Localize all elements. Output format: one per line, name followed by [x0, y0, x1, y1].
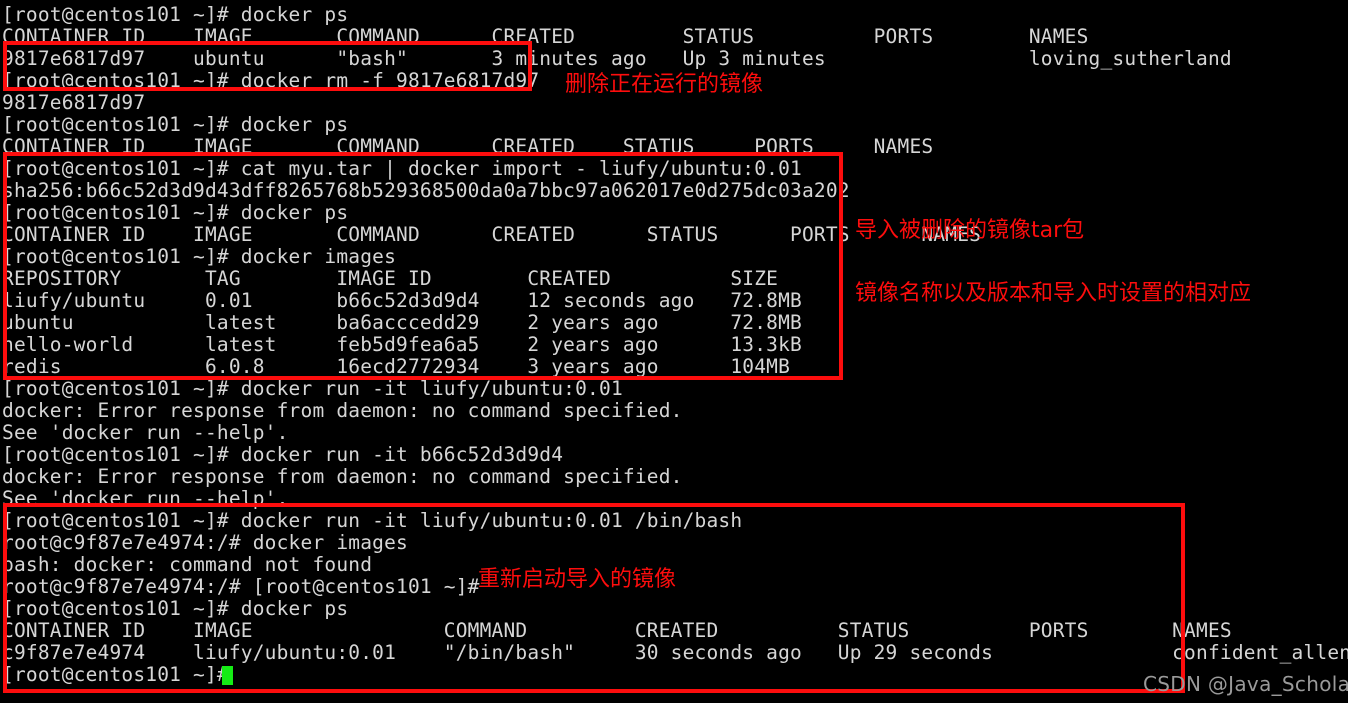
terminal-output[interactable]: [root@centos101 ~]# docker ps CONTAINER I… [0, 0, 1348, 703]
terminal-line: 9817e6817d97 [2, 91, 146, 114]
terminal-line: root@c9f87e7e4974:/# docker images [2, 531, 408, 554]
terminal-line: CONTAINER ID IMAGE COMMAND CREATED STATU… [2, 619, 1232, 642]
terminal-line: [root@centos101 ~]# docker run -it liufy… [2, 509, 743, 532]
terminal-line: root@c9f87e7e4974:/# [root@centos101 ~]# [2, 575, 480, 598]
terminal-line: [root@centos101 ~]# docker ps [2, 3, 349, 26]
terminal-line: bash: docker: command not found [2, 553, 373, 576]
terminal-cursor [222, 666, 233, 685]
terminal-line: [root@centos101 ~]# [2, 663, 229, 686]
terminal-line: [root@centos101 ~]# cat myu.tar | docker… [2, 157, 802, 180]
terminal-line: c9f87e7e4974 liufy/ubuntu:0.01 "/bin/bas… [2, 641, 1348, 664]
terminal-line: CONTAINER ID IMAGE COMMAND CREATED STATU… [2, 223, 982, 246]
note-name-version-match: 镜像名称以及版本和导入时设置的相对应 [855, 281, 1252, 306]
terminal-line: See 'docker run --help'. [2, 487, 289, 510]
terminal-line: docker: Error response from daemon: no c… [2, 399, 683, 422]
terminal-line: liufy/ubuntu 0.01 b66c52d3d9d4 12 second… [2, 289, 802, 312]
terminal-line: [root@centos101 ~]# docker ps [2, 201, 349, 224]
terminal-line: ubuntu latest ba6acccedd29 2 years ago 7… [2, 311, 802, 334]
csdn-watermark: CSDN @Java_Scholar0 [1143, 672, 1348, 696]
terminal-line: [root@centos101 ~]# docker rm -f 9817e68… [2, 69, 540, 92]
note-import-deleted-tar: 导入被删除的镜像tar包 [855, 218, 1085, 243]
terminal-line: [root@centos101 ~]# docker ps [2, 113, 349, 136]
terminal-line: REPOSITORY TAG IMAGE ID CREATED SIZE [2, 267, 779, 290]
note-restart-imported: 重新启动导入的镜像 [478, 567, 677, 592]
terminal-line: 9817e6817d97 ubuntu "bash" 3 minutes ago… [2, 47, 1232, 70]
terminal-line: hello-world latest feb5d9fea6a5 2 years … [2, 333, 802, 356]
terminal-line: [root@centos101 ~]# docker images [2, 245, 397, 268]
terminal-line: [root@centos101 ~]# docker run -it liufy… [2, 377, 623, 400]
note-delete-running-image: 删除正在运行的镜像 [565, 72, 764, 97]
terminal-line: [root@centos101 ~]# docker ps [2, 597, 349, 620]
terminal-line: CONTAINER ID IMAGE COMMAND CREATED STATU… [2, 25, 1089, 48]
terminal-screenshot: docker ps [root@centos101 ~]# docker psC… [0, 0, 1348, 703]
terminal-line: CONTAINER ID IMAGE COMMAND CREATED STATU… [2, 135, 934, 158]
terminal-line: sha256:b66c52d3d9d43dff8265768b529368500… [2, 179, 850, 202]
terminal-line: redis 6.0.8 16ecd2772934 3 years ago 104… [2, 355, 791, 378]
terminal-line: docker: Error response from daemon: no c… [2, 465, 683, 488]
terminal-line: [root@centos101 ~]# docker run -it b66c5… [2, 443, 564, 466]
terminal-line: See 'docker run --help'. [2, 421, 289, 444]
